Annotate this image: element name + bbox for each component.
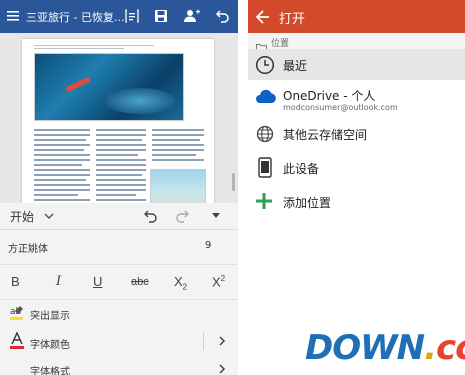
document-scrollbar[interactable] [232,173,235,191]
globe-icon [255,124,275,148]
cloud-icon [255,89,277,109]
watermark-text: DOWN.cc [305,328,465,368]
location-add-place-label: 添加位置 [283,196,332,210]
format-row: B I U abc X2 X2 [0,265,238,300]
beach-photo [150,169,206,203]
subscript-button[interactable]: X2 [174,274,187,292]
font-color-row[interactable]: 字体颜色 [0,326,238,356]
ribbon-more-icon[interactable] [211,212,221,220]
bold-button[interactable]: B [11,274,20,289]
strikethrough-button[interactable]: abc [131,276,149,288]
read-mode-icon[interactable] [124,8,140,24]
watermark-tld: cc [436,328,465,368]
ribbon-tab-home[interactable]: 开始 [10,208,34,225]
highlight-label: 突出显示 [30,311,70,322]
location-this-device-label: 此设备 [283,162,320,176]
italic-button[interactable]: I [56,274,61,289]
highlight-row[interactable]: ab 突出显示 [0,300,238,326]
font-size[interactable]: 9 [205,240,211,251]
clock-icon [255,55,275,79]
ribbon-panel: 开始 方正姚体 9 B I U abc X2 X2 ab 突出显示 字体颜色 字… [0,203,238,375]
document-page [22,39,214,203]
divider [203,332,204,350]
subscript-base: X [174,274,183,289]
location-onedrive-label: OneDrive - 个人 [283,89,376,103]
ribbon-tabbar: 开始 [0,203,238,230]
save-icon[interactable] [153,8,169,24]
highlighter-icon: ab [9,304,25,326]
font-style-label: 字体格式 [30,367,70,375]
open-title: 打开 [279,12,306,27]
location-recent[interactable]: 最近 [248,49,465,80]
hamburger-icon[interactable] [6,9,20,23]
location-recent-label: 最近 [283,59,308,73]
watermark-main: DOWN [305,328,425,368]
watermark-logo: DOWN.cc [305,328,465,368]
location-this-device[interactable]: 此设备 [248,151,465,183]
chevron-right-icon[interactable] [218,336,226,346]
chevron-down-icon[interactable] [44,212,54,220]
document-title: 三亚旅行 - 已恢复... [26,11,125,24]
location-add-place[interactable]: 添加位置 [248,186,465,216]
font-name[interactable]: 方正姚体 [8,240,48,255]
locations-label: 位置 [271,39,290,49]
font-color-label: 字体颜色 [30,340,70,351]
location-other-cloud[interactable]: 其他云存储空间 [248,118,465,148]
chevron-right-icon[interactable] [218,364,226,374]
back-arrow-icon[interactable] [255,9,270,28]
superscript-base: X [212,274,221,290]
document-canvas[interactable] [0,33,238,203]
superscript-button[interactable]: X2 [212,274,225,289]
share-person-icon[interactable] [183,8,201,24]
redo-icon[interactable] [174,208,190,224]
font-style-row[interactable]: 字体格式 [0,356,238,375]
open-panel: 打开 位置 最近 OneDrive - 个人 modconsumer@outlo… [248,0,465,375]
onedrive-account: modconsumer@outlook.com [283,103,398,112]
open-header: 打开 [248,0,465,33]
word-app: 三亚旅行 - 已恢复... 开始 方正姚体 9 B I U abc X2 X2 … [0,0,238,375]
underline-button[interactable]: U [93,274,102,289]
undo-icon[interactable] [215,8,231,24]
superscript-mark: 2 [220,274,226,283]
subscript-mark: 2 [182,282,188,292]
word-titlebar: 三亚旅行 - 已恢复... [0,0,238,33]
location-other-cloud-label: 其他云存储空间 [283,128,368,142]
diving-photo [34,53,184,121]
plus-icon [255,192,273,214]
font-row[interactable]: 方正姚体 9 [0,230,238,265]
phone-icon [255,157,275,183]
location-onedrive[interactable]: OneDrive - 个人 modconsumer@outlook.com [248,83,465,121]
font-color-icon [9,331,25,354]
ribbon-undo-icon[interactable] [143,208,159,224]
watermark-dot: . [424,328,437,368]
